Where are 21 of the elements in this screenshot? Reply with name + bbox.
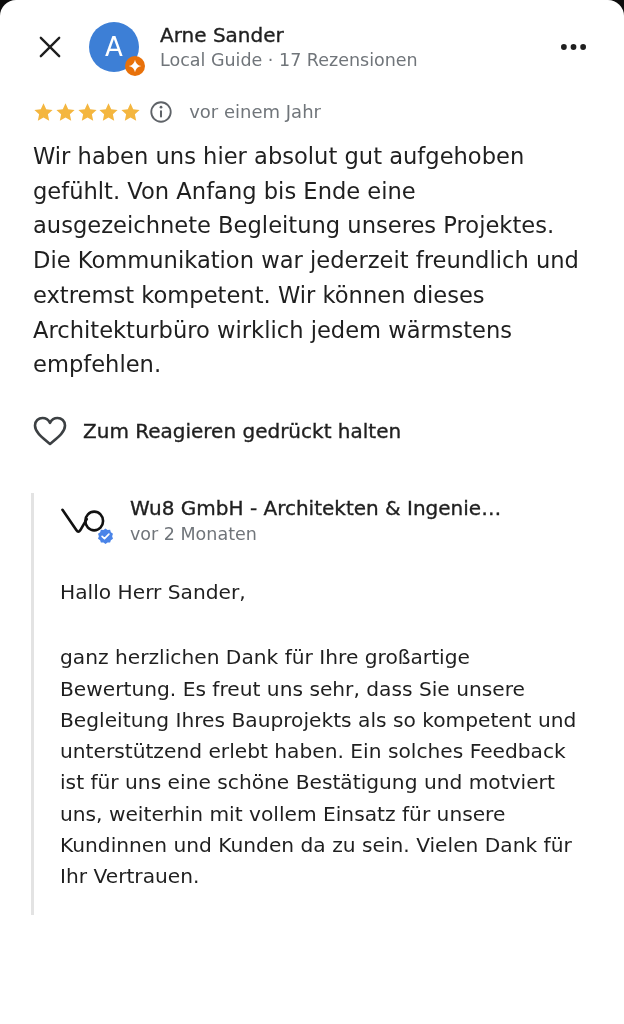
star-icon: [120, 101, 142, 123]
star-icon: [54, 101, 76, 123]
review-date: vor einem Jahr: [189, 100, 321, 124]
react-button[interactable]: Zum Reagieren gedrückt halten: [33, 413, 402, 448]
avatar[interactable]: A: [89, 22, 139, 72]
reviewer-subtitle: Local Guide · 17 Rezensionen: [160, 49, 418, 72]
star-icon: [98, 101, 120, 123]
sparkle-badge-icon: [125, 56, 145, 76]
owner-name[interactable]: Wu8 GmbH - Architekten & Ingenie…: [130, 494, 502, 521]
monogram-logo-icon: [60, 506, 106, 535]
reply-date: vor 2 Monaten: [130, 522, 257, 546]
reply-greeting: Hallo Herr Sander,: [60, 578, 247, 606]
review-text: Wir haben uns hier absolut gut aufgehoben gefühlt. Von Anfang bis Ende eine ausgezeichnete Begleitung unseres Projektes. Die Kommunikation war jederzeit freundlich und extremst kompetent. Wir können dieses Architekturbüro wirklich jedem wärmstens empfehlen.: [33, 142, 580, 380]
close-icon: [39, 36, 61, 58]
heart-icon: [33, 415, 67, 446]
star-icon: [76, 101, 98, 123]
star-icon: [33, 101, 54, 123]
more-icon: [560, 44, 586, 50]
reviewer-name[interactable]: Arne Sander: [160, 22, 284, 48]
info-icon[interactable]: [150, 101, 173, 123]
reply-text: ganz herzlichen Dank für Ihre großartige Bewertung. Es freut uns sehr, dass Sie unsere Begleitung Ihres Bauprojekts als so kompetent und unterstützend erlebt haben. Ein solches Feedback ist für uns eine schöne Bestätigung und motviert uns, weiterhin mit vollem Einsatz für unsere Kundinnen und Kunden da zu sein. Vielen Dank für Ihr Vertrauen.: [60, 644, 578, 891]
